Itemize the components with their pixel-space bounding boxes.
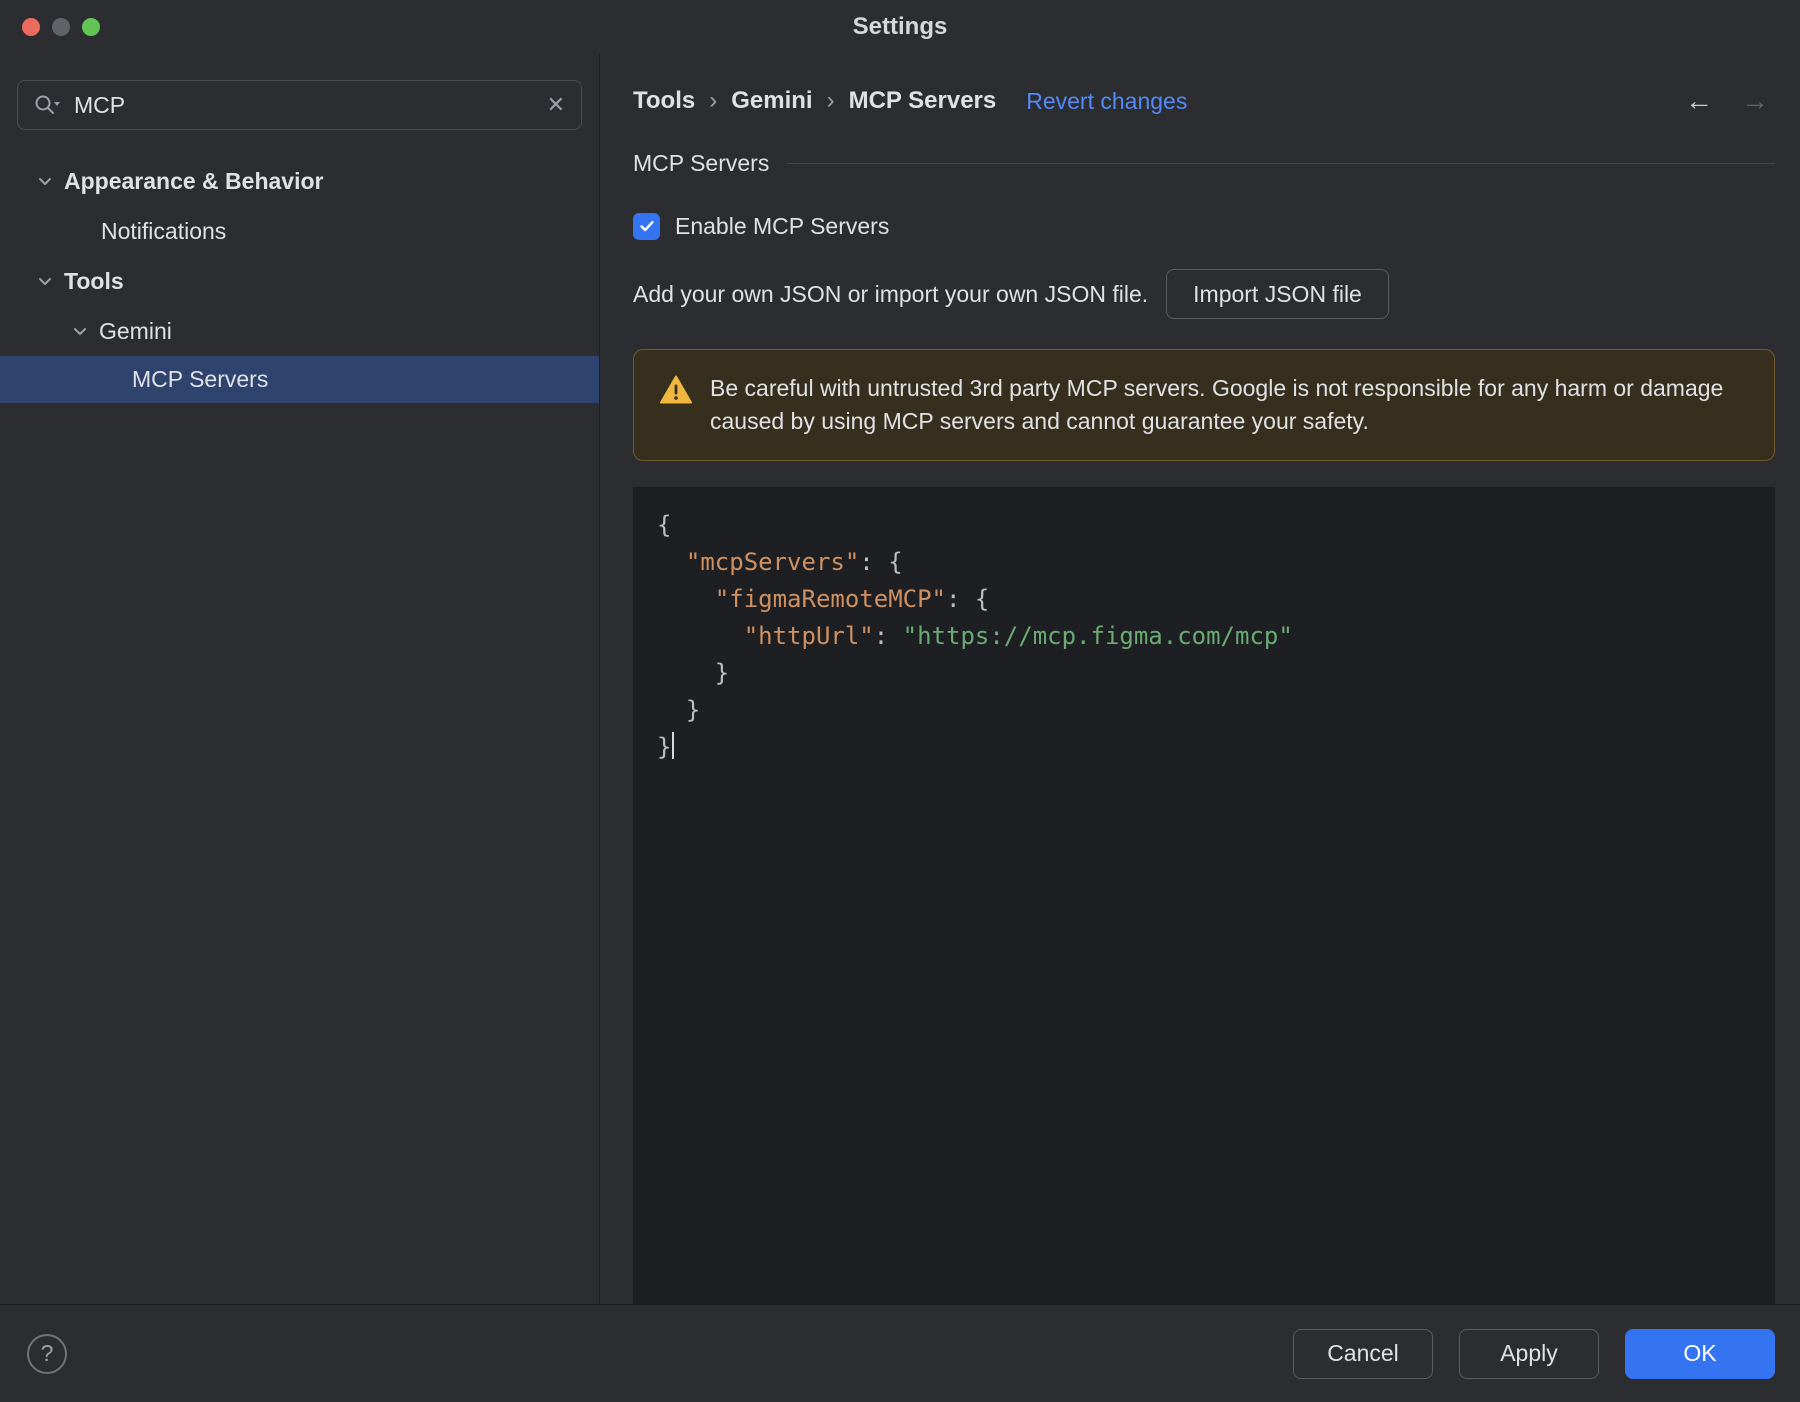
code-token-punct: { [888, 548, 903, 576]
sidebar-item-tools[interactable]: Tools [0, 256, 599, 306]
code-token-punct: : [945, 585, 975, 613]
breadcrumb-item-gemini[interactable]: Gemini [731, 87, 812, 115]
footer-buttons: Cancel Apply OK [1293, 1328, 1775, 1379]
warning-banner: Be careful with untrusted 3rd party MCP … [633, 349, 1775, 461]
code-line[interactable]: } [657, 692, 1775, 729]
code-token-punct: : [873, 622, 903, 650]
breadcrumb: Tools › Gemini › MCP Servers Revert chan… [633, 81, 1775, 121]
chevron-down-icon[interactable] [71, 322, 89, 340]
code-token-punct: { [657, 511, 672, 539]
breadcrumb-item-tools[interactable]: Tools [633, 87, 695, 115]
help-icon[interactable]: ? [27, 1333, 67, 1374]
settings-sidebar: ✕ Appearance & Behavior Notifications [0, 53, 600, 1304]
settings-window: Settings ✕ [0, 0, 1800, 1402]
titlebar: Settings [0, 0, 1800, 53]
close-window-button[interactable] [22, 17, 40, 36]
traffic-lights [22, 0, 100, 53]
breadcrumb-separator: › [826, 87, 835, 114]
code-token-punct: } [657, 659, 730, 687]
warning-triangle-icon [660, 375, 692, 409]
history-nav: ← → [1685, 85, 1775, 117]
search-icon [32, 92, 62, 118]
code-line[interactable]: { [657, 507, 1775, 544]
sidebar-item-gemini[interactable]: Gemini [0, 306, 599, 356]
minimize-window-button[interactable] [52, 17, 70, 36]
text-cursor [672, 732, 675, 759]
code-token-punct [657, 622, 744, 650]
sidebar-item-mcp-servers[interactable]: MCP Servers [0, 356, 599, 403]
code-token-key: "httpUrl" [743, 622, 874, 650]
cancel-button[interactable]: Cancel [1293, 1328, 1433, 1379]
settings-search-box[interactable]: ✕ [17, 80, 582, 130]
back-arrow-icon[interactable]: ← [1685, 85, 1713, 117]
enable-mcp-servers-checkbox-row[interactable]: Enable MCP Servers [633, 209, 889, 243]
enable-mcp-servers-label: Enable MCP Servers [675, 212, 890, 239]
import-instructions: Add your own JSON or import your own JSO… [633, 280, 1149, 307]
window-title: Settings [852, 12, 948, 40]
breadcrumb-separator: › [709, 87, 718, 114]
code-line[interactable]: "mcpServers": { [657, 544, 1775, 581]
apply-button[interactable]: Apply [1459, 1328, 1599, 1379]
section-divider [787, 162, 1775, 164]
code-token-key: "figmaRemoteMCP" [714, 585, 946, 613]
warning-text: Be careful with untrusted 3rd party MCP … [710, 375, 1724, 434]
code-line[interactable]: "httpUrl": "https://mcp.figma.com/mcp" [657, 618, 1775, 655]
sidebar-item-label: Notifications [101, 217, 227, 244]
code-token-punct [657, 548, 686, 576]
chevron-down-icon[interactable] [36, 272, 54, 290]
code-line[interactable]: } [657, 729, 1775, 766]
breadcrumb-item-mcp-servers: MCP Servers [848, 87, 997, 114]
code-token-punct: } [657, 733, 672, 761]
revert-changes-link[interactable]: Revert changes [1026, 88, 1187, 115]
sidebar-item-appearance-behavior[interactable]: Appearance & Behavior [0, 156, 599, 206]
clear-search-icon[interactable]: ✕ [545, 92, 567, 118]
code-token-punct: : [859, 548, 889, 576]
checkbox-checked-icon[interactable] [633, 212, 660, 240]
code-token-key: "mcpServers" [685, 548, 860, 576]
forward-arrow-icon: → [1741, 85, 1769, 116]
json-editor[interactable]: { "mcpServers": { "figmaRemoteMCP": { "h… [633, 487, 1775, 1304]
code-line[interactable]: "figmaRemoteMCP": { [657, 581, 1775, 618]
dialog-footer: ? Cancel Apply OK [0, 1304, 1800, 1402]
sidebar-item-label: Tools [64, 267, 124, 294]
settings-tree: Appearance & Behavior Notifications Tool… [0, 156, 599, 403]
sidebar-item-label: Gemini [99, 317, 172, 344]
sidebar-item-label: Appearance & Behavior [64, 167, 324, 194]
section-header: MCP Servers [633, 147, 1775, 179]
code-token-string: "https://mcp.figma.com/mcp" [902, 622, 1293, 650]
code-token-punct: { [974, 585, 990, 613]
search-input[interactable] [74, 91, 545, 119]
chevron-down-icon[interactable] [36, 172, 54, 190]
code-token-punct: } [657, 696, 701, 724]
code-line[interactable]: } [657, 655, 1775, 692]
ok-button[interactable]: OK [1625, 1328, 1775, 1379]
import-row: Add your own JSON or import your own JSO… [633, 269, 1775, 319]
settings-content: Tools › Gemini › MCP Servers Revert chan… [600, 53, 1800, 1304]
sidebar-item-label: MCP Servers [132, 366, 269, 392]
section-title: MCP Servers [633, 149, 770, 176]
import-json-file-button[interactable]: Import JSON file [1166, 269, 1389, 319]
sidebar-item-notifications[interactable]: Notifications [0, 206, 599, 256]
code-token-punct [657, 585, 715, 613]
zoom-window-button[interactable] [82, 17, 100, 36]
